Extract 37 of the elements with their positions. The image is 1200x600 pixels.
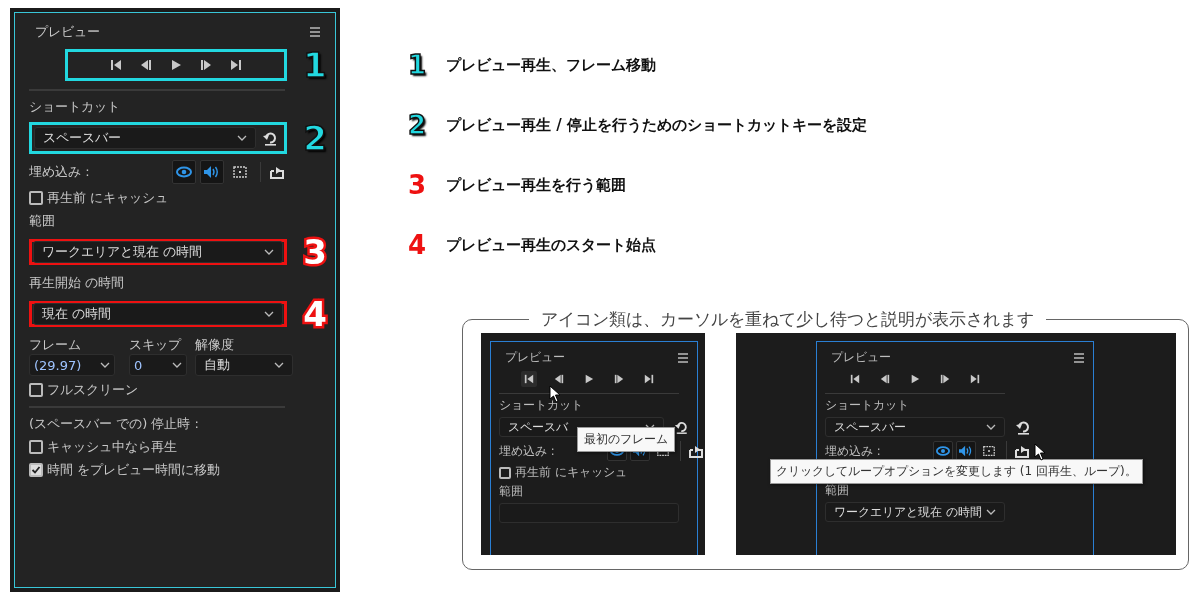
- checkbox-label: 再生前 にキャッシュ: [515, 465, 627, 480]
- callout-number: 4: [303, 297, 327, 331]
- callout-number: 2: [408, 112, 428, 138]
- callout-number: 1: [408, 52, 428, 78]
- shortcut-label: ショートカット: [499, 398, 584, 413]
- start-time-label: 再生開始 の時間: [29, 274, 126, 292]
- stop-heading: (スペースバー での) 停止時 :: [29, 415, 200, 433]
- callout-number: 2: [303, 121, 327, 155]
- shortcut-label: ショートカット: [29, 98, 121, 116]
- annotation-text: プレビュー再生、フレーム移動: [446, 55, 656, 75]
- embed-label: 埋め込み :: [499, 443, 555, 459]
- range-label: 範囲: [825, 483, 850, 498]
- resolution-label: 解像度: [195, 336, 235, 354]
- panel-title: プレビュー: [831, 350, 891, 365]
- callout-number: 3: [408, 172, 428, 198]
- panel-title: プレビュー: [35, 23, 100, 41]
- callout-number: 3: [303, 235, 327, 269]
- callout-number: 4: [408, 232, 428, 258]
- annotation-text: プレビュー再生を行う範囲: [446, 175, 626, 195]
- hint-title: アイコン類は、カーソルを重ねて少し待つと説明が表示されます: [540, 308, 1035, 331]
- checkbox-label: キャッシュ中なら再生: [47, 438, 177, 456]
- checkbox-label: フルスクリーン: [47, 381, 138, 399]
- frame-rate-label: フレーム: [29, 336, 82, 354]
- checkbox-label: 時間 をプレビュー時間に移動: [47, 461, 221, 479]
- embed-label: 埋め込み :: [825, 443, 881, 459]
- callout-number: 1: [303, 48, 327, 82]
- annotation-text: プレビュー再生のスタート始点: [446, 235, 656, 255]
- checkbox-label: 再生前 にキャッシュ: [47, 189, 169, 207]
- range-label: 範囲: [29, 212, 56, 230]
- tooltip: クリックしてループオプションを変更します (1 回再生、ループ)。: [770, 459, 1143, 484]
- embed-label: 埋め込み :: [29, 163, 90, 181]
- tooltip: 最初のフレーム: [577, 427, 675, 452]
- annotation-text: プレビュー再生 / 停止を行うためのショートカットキーを設定: [446, 115, 867, 135]
- skip-label: スキップ: [129, 336, 183, 354]
- panel-title: プレビュー: [505, 350, 565, 365]
- shortcut-label: ショートカット: [825, 398, 910, 413]
- range-label: 範囲: [499, 484, 524, 499]
